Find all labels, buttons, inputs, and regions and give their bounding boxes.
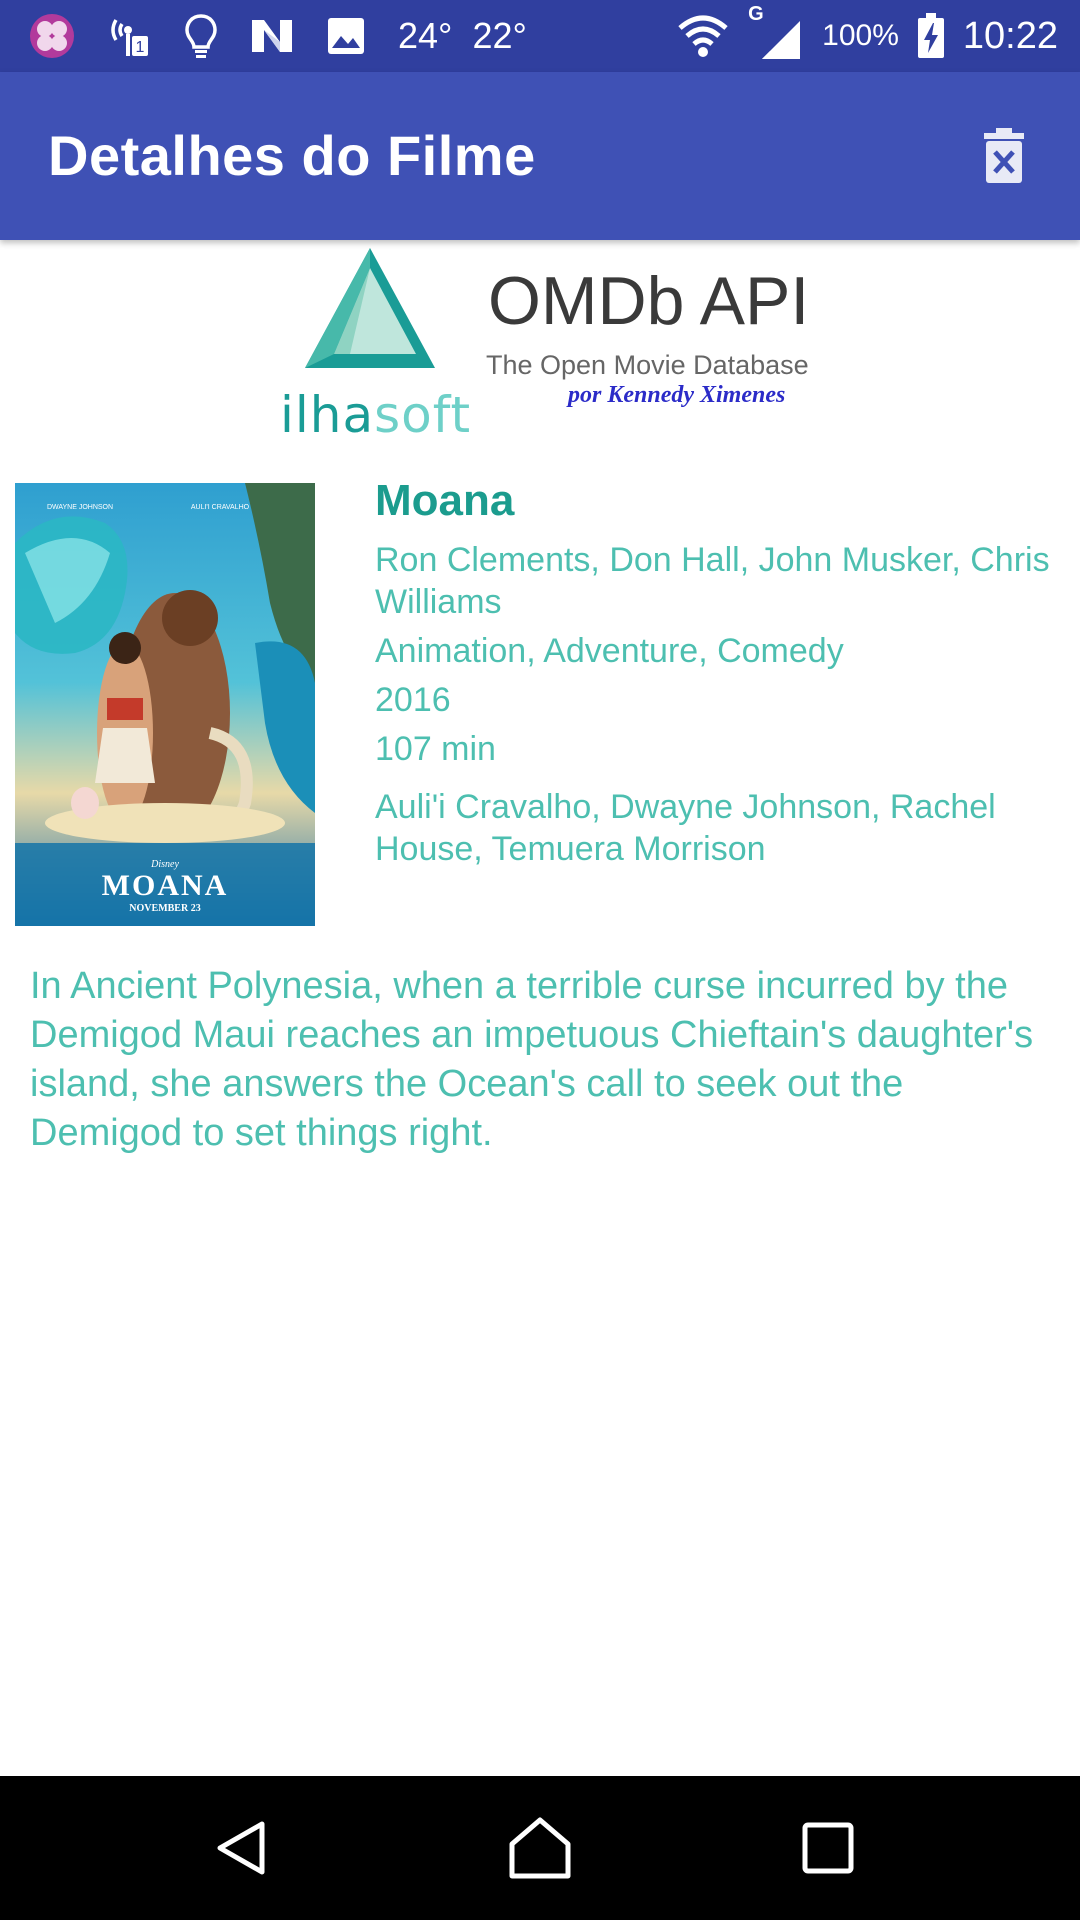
ilhasoft-triangle-logo (305, 248, 435, 368)
battery-percent: 100% (822, 19, 899, 52)
movie-title: Moana (375, 476, 515, 525)
back-icon (217, 1821, 265, 1875)
cell-signal-icon: G (746, 3, 804, 61)
delete-icon (984, 128, 1024, 183)
movie-poster: DWAYNE JOHNSON AULI'I CRAVALHO Disney MO… (15, 483, 315, 926)
ilhasoft-brand: ilhasoft (280, 386, 471, 444)
nav-back-button[interactable] (162, 1776, 322, 1920)
brand-prefix: ilha (280, 386, 375, 444)
n-app-icon (250, 16, 294, 56)
delete-button[interactable] (972, 124, 1036, 188)
omdb-logo: OMDb API The Open Movie Database por Ken… (270, 246, 810, 444)
hotspot-icon: 1 (108, 12, 152, 60)
recents-icon (802, 1822, 854, 1874)
brand-suffix: soft (374, 386, 472, 444)
nav-recents-button[interactable] (748, 1776, 908, 1920)
movie-director: Ron Clements, Don Hall, John Musker, Chr… (375, 541, 1050, 621)
poster-credit-right: AULI'I CRAVALHO (191, 504, 250, 511)
weather-temp-2: 22° (472, 15, 527, 56)
page-title: Detalhes do Filme (48, 124, 536, 187)
clock: 10:22 (962, 14, 1058, 57)
image-icon (326, 16, 366, 56)
movie-plot: In Ancient Polynesia, when a terrible cu… (30, 965, 1034, 1154)
battery-charging-icon (917, 13, 945, 59)
movie-year: 2016 (375, 681, 451, 719)
movie-runtime: 107 min (375, 730, 496, 768)
poster-release: NOVEMBER 23 (129, 903, 200, 914)
navigation-bar (0, 1776, 1080, 1920)
omdb-api-label: OMDb API (488, 263, 810, 339)
author-credit: por Kennedy Ximenes (568, 382, 786, 408)
weather-temp-1: 24° (398, 15, 453, 56)
movie-genre: Animation, Adventure, Comedy (375, 632, 844, 670)
omdb-subtitle: The Open Movie Database (486, 350, 809, 380)
lightbulb-icon (184, 12, 218, 60)
movie-details: Moana Ron Clements, Don Hall, John Muske… (375, 475, 1075, 877)
poster-title: MOANA (102, 869, 229, 902)
svg-text:1: 1 (136, 39, 145, 56)
movie-actors: Auli'i Cravalho, Dwayne Johnson, Rachel … (375, 788, 996, 868)
app-notification-icon (28, 12, 76, 60)
app-bar: Detalhes do Filme (0, 72, 1080, 240)
status-bar: 1 24° 22° G 100% 10:22 (0, 0, 1080, 72)
home-icon (509, 1817, 571, 1879)
poster-credit-left: DWAYNE JOHNSON (47, 504, 113, 511)
nav-home-button[interactable] (460, 1776, 620, 1920)
wifi-icon (678, 14, 728, 58)
